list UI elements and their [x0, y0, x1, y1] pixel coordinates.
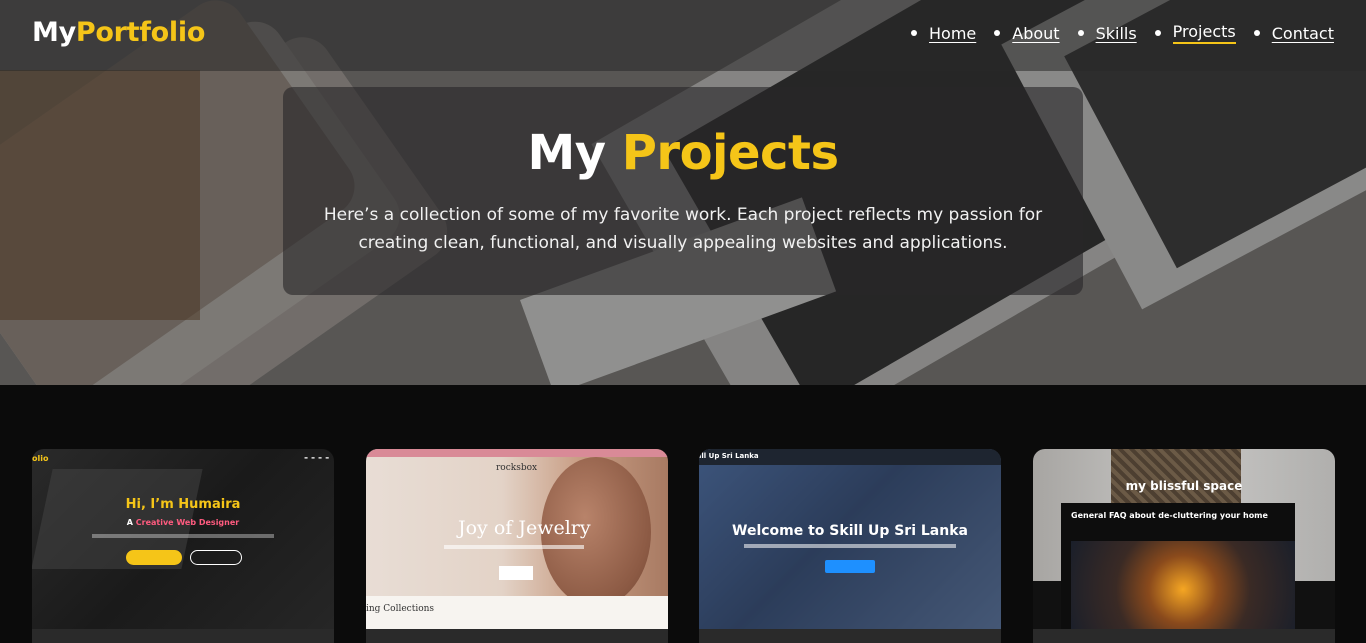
bullet-icon — [1077, 30, 1084, 36]
nav-links: Home About Skills Projects Contact — [911, 22, 1334, 44]
thumb-panel: General FAQ about de-cluttering your hom… — [1061, 503, 1295, 629]
card-footer — [1033, 629, 1335, 643]
project-card[interactable]: rocksbox Joy of Jewelry ing Collections — [366, 449, 668, 643]
logo-accent: Portfolio — [75, 17, 206, 48]
card-footer — [32, 629, 334, 643]
thumb-button — [499, 566, 533, 580]
thumb-brand: rocksbox — [496, 463, 538, 473]
card-footer — [366, 629, 668, 643]
hero-section: MyPortfolio Home About Skills Projects C… — [0, 0, 1366, 385]
thumb-heading: my blissful space — [1125, 479, 1243, 493]
nav-link-skills[interactable]: Skills — [1096, 24, 1137, 43]
wall-art-image — [1111, 449, 1241, 505]
project-card[interactable]: my blissful space General FAQ about de-c… — [1033, 449, 1335, 643]
project-thumbnail: olio ▬ ▬ ▬ ▬ Hi, I’m Humaira A Creative … — [32, 449, 334, 629]
nav-link-home[interactable]: Home — [929, 24, 976, 43]
page-title: My Projects — [283, 125, 1083, 181]
thumb-heading: Joy of Jewelry — [458, 517, 591, 539]
thumb-heading-prefix: Hi, I’m — [125, 497, 179, 512]
project-thumbnail: rocksbox Joy of Jewelry ing Collections — [366, 449, 668, 629]
thumb-heading: Welcome to Skill Up Sri Lanka — [732, 523, 968, 539]
project-card[interactable]: olio ▬ ▬ ▬ ▬ Hi, I’m Humaira A Creative … — [32, 449, 334, 643]
thumb-topbar: ill Up Sri Lanka — [699, 449, 1001, 465]
thumb-heading: Hi, I’m Humaira — [32, 497, 334, 512]
thumb-button — [190, 550, 242, 565]
title-accent: Projects — [621, 125, 839, 181]
project-card[interactable]: ill Up Sri Lanka Welcome to Skill Up Sri… — [699, 449, 1001, 643]
title-main: My — [527, 125, 622, 181]
project-thumbnail: ill Up Sri Lanka Welcome to Skill Up Sri… — [699, 449, 1001, 629]
thumb-text-line — [744, 544, 956, 548]
hero-description: Here’s a collection of some of my favori… — [323, 205, 1043, 253]
thumb-heading-name: Humaira — [178, 497, 241, 512]
nav-item-about: About — [994, 22, 1060, 44]
hero-card: My Projects Here’s a collection of some … — [283, 87, 1083, 295]
projects-grid: olio ▬ ▬ ▬ ▬ Hi, I’m Humaira A Creative … — [0, 385, 1366, 643]
thumb-button — [126, 550, 182, 565]
nav-item-home: Home — [911, 22, 976, 44]
bullet-icon — [1253, 30, 1260, 36]
nav-item-skills: Skills — [1077, 22, 1137, 44]
thumb-subheading-prefix: A — [126, 518, 136, 527]
thumb-text-line — [92, 534, 274, 538]
bullet-icon — [911, 30, 918, 36]
nav-item-contact: Contact — [1253, 22, 1334, 44]
logo-main: My — [32, 17, 76, 48]
thumb-logo: olio — [32, 454, 49, 463]
thumb-button — [825, 560, 875, 573]
nav-item-projects: Projects — [1154, 22, 1236, 44]
thumb-subheading-role: Creative Web Designer — [135, 518, 240, 527]
nav-link-contact[interactable]: Contact — [1272, 24, 1334, 43]
thumb-nav: ▬ ▬ ▬ ▬ — [304, 455, 330, 460]
thumb-bottom-text: ing Collections — [366, 604, 435, 614]
bullet-icon — [994, 30, 1001, 36]
thumb-subheading: A Creative Web Designer — [32, 518, 334, 527]
bullet-icon — [1154, 30, 1161, 36]
thumb-site-name: ill Up Sri Lanka — [699, 452, 759, 460]
card-footer — [699, 629, 1001, 643]
site-logo[interactable]: MyPortfolio — [32, 17, 205, 48]
thumb-topbar — [366, 449, 668, 457]
thumb-text-line — [444, 545, 584, 549]
nav-link-projects[interactable]: Projects — [1172, 22, 1236, 44]
thumb-bottom: ing Collections — [366, 596, 668, 629]
nav-link-about[interactable]: About — [1012, 24, 1059, 43]
project-thumbnail: my blissful space General FAQ about de-c… — [1033, 449, 1335, 629]
top-navbar: MyPortfolio Home About Skills Projects C… — [0, 0, 1366, 71]
question-mark-image — [1071, 541, 1295, 629]
thumb-panel-title: General FAQ about de-cluttering your hom… — [1071, 511, 1268, 520]
